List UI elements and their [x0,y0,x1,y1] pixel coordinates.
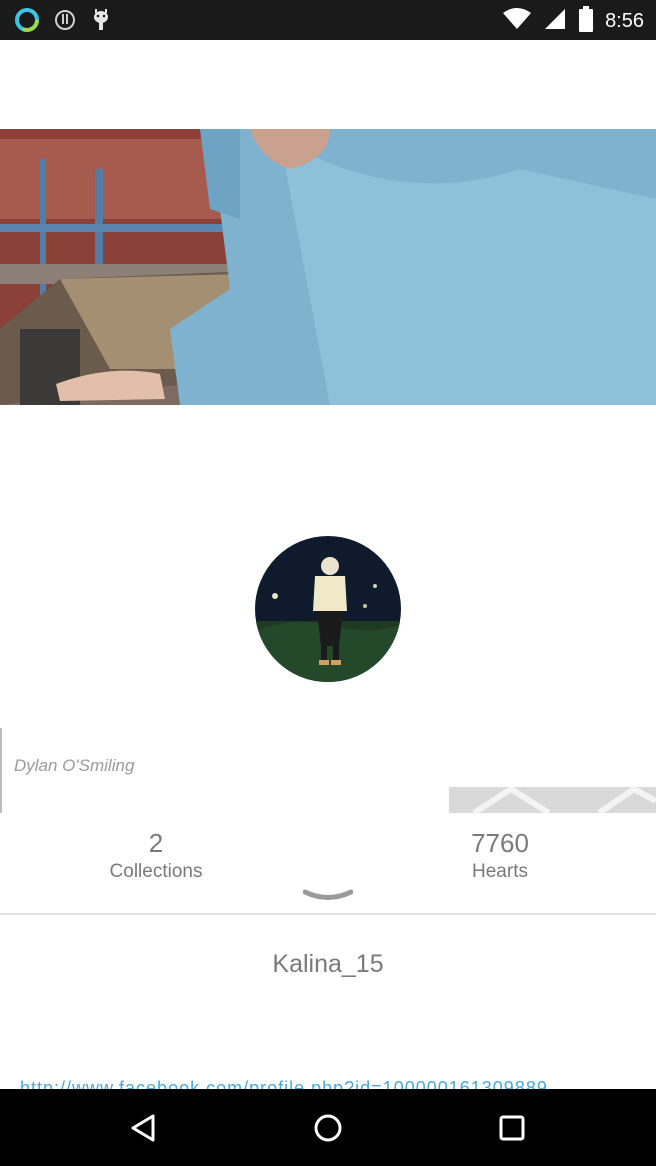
back-button[interactable] [121,1105,167,1151]
recents-icon [499,1115,525,1141]
hearts-stat[interactable]: 7760 Hearts [400,828,600,884]
recents-button[interactable] [489,1105,535,1151]
profile-link[interactable]: http://www.facebook.com/profile.php?id=1… [0,1076,656,1089]
avatar[interactable] [255,536,401,682]
cover-photo[interactable] [0,129,656,405]
profile-link-text[interactable]: http://www.facebook.com/profile.php?id=1… [20,1078,548,1089]
collections-stat[interactable]: 2 Collections [56,828,256,884]
display-name: Dylan O'Smiling [14,756,135,775]
name-strip: Dylan O'Smiling [0,728,656,813]
hearts-count: 7760 [471,828,529,858]
username: Kalina_15 [272,950,384,978]
edge-line [0,728,2,813]
signal-icon [543,7,567,36]
home-button[interactable] [305,1105,351,1151]
ring-notification-icon [14,7,40,38]
status-time: 8:56 [605,10,644,32]
home-icon [314,1114,342,1142]
profile-screen: 8:56 Dylan O'Smiling 2 Collections 7760 … [0,0,656,1166]
divider [0,913,656,915]
wifi-icon [503,8,532,35]
android-debug-icon [90,8,112,37]
hearts-label: Hearts [472,861,528,882]
peek-thumbnail[interactable] [449,787,656,813]
alert-circle-icon [54,9,76,36]
chevron-down-icon[interactable] [302,889,354,905]
battery-icon [579,6,594,37]
back-icon [131,1114,155,1142]
collections-count: 2 [148,828,164,858]
collections-label: Collections [109,861,203,882]
navigation-bar [0,1089,656,1166]
status-bar: 8:56 [0,0,656,40]
